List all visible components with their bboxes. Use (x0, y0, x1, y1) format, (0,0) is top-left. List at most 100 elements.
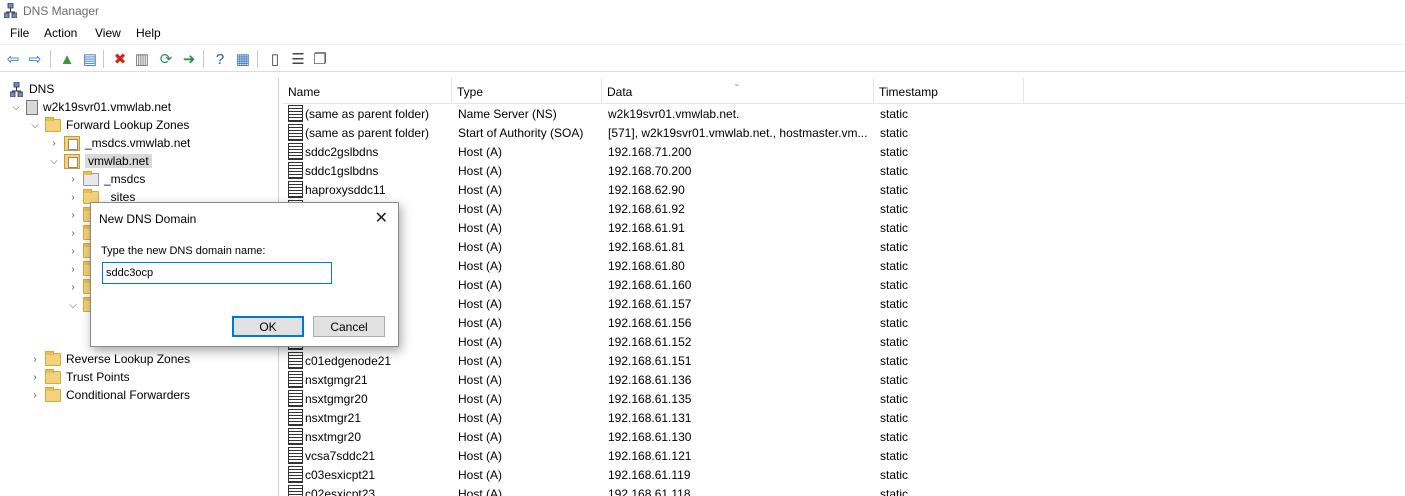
tree-item-server[interactable]: ⌵ w2k19svr01.vmwlab.net (10, 98, 171, 116)
record-data: 192.168.61.160 (608, 278, 692, 292)
list-icon[interactable]: ☰ (289, 50, 307, 68)
record-name: nsxtgmgr21 (305, 373, 368, 387)
chevron-down-icon[interactable]: ⌵ (29, 119, 41, 131)
column-header-timestamp[interactable]: Timestamp (874, 78, 1024, 104)
tree-item-label: vmwlab.net (85, 154, 152, 168)
menu-help[interactable]: Help (136, 26, 161, 40)
chevron-right-icon[interactable]: › (48, 137, 60, 149)
chevron-right-icon[interactable]: › (29, 353, 41, 365)
menu-view[interactable]: View (95, 26, 121, 40)
delete-icon[interactable]: ✖ (111, 50, 129, 68)
table-row[interactable]: sddc1gslbdns Host (A) 192.168.70.200 static (283, 161, 1405, 180)
table-row[interactable]: Host (A) 192.168.61.152 static (283, 332, 1405, 351)
record-type: Host (A) (458, 411, 503, 425)
record-timestamp: static (880, 202, 909, 216)
up-folder-icon[interactable]: ▲ (58, 50, 76, 68)
table-row[interactable]: c01edgenode21 Host (A) 192.168.61.151 stati… (283, 351, 1405, 370)
table-row[interactable]: nsxtgmgr20 Host (A) 192.168.61.135 static (283, 389, 1405, 408)
chevron-right-icon[interactable]: › (67, 281, 79, 293)
zone-icon (64, 135, 80, 151)
record-data: 192.168.70.200 (608, 164, 692, 178)
domain-name-input[interactable] (102, 262, 332, 284)
server-icon (26, 99, 38, 115)
table-row[interactable]: nsxtmgr20 Host (A) 192.168.61.130 static (283, 427, 1405, 446)
table-row[interactable]: haproxysddc11 Host (A) 192.168.62.90 static (283, 180, 1405, 199)
table-row[interactable]: sddc2gslbdns Host (A) 192.168.71.200 static (283, 142, 1405, 161)
table-row[interactable]: nsxtgmgr21 Host (A) 192.168.61.136 static (283, 370, 1405, 389)
action-pane-icon[interactable]: ▦ (234, 50, 252, 68)
table-row[interactable]: vcsa7sddc21 Host (A) 192.168.61.121 static (283, 446, 1405, 465)
tree-item-trust-points[interactable]: › Trust Points (29, 368, 130, 386)
tree-item-reverse-lookup-zones[interactable]: › Reverse Lookup Zones (29, 350, 190, 368)
chevron-down-icon[interactable]: ⌵ (10, 101, 22, 113)
chevron-right-icon[interactable]: › (29, 389, 41, 401)
chevron-right-icon[interactable]: › (29, 371, 41, 383)
refresh-icon[interactable]: ⟳ (157, 50, 175, 68)
forward-icon[interactable]: ⇨ (26, 50, 44, 68)
table-row[interactable]: Host (A) 192.168.61.160 static (283, 275, 1405, 294)
ok-button[interactable]: OK (232, 316, 304, 337)
record-icon[interactable]: ▯ (266, 50, 284, 68)
tree-item-msdcs-zone[interactable]: › _msdcs.vmwlab.net (48, 134, 190, 152)
menu-file[interactable]: File (10, 26, 29, 40)
chevron-right-icon[interactable]: › (67, 263, 79, 275)
chevron-right-icon[interactable]: › (67, 245, 79, 257)
toolbar: ⇦ ⇨ ▲ ▤ ✖ ▥ ⟳ ➜? ▦ ▯ ☰ ❐ (0, 44, 1405, 72)
table-row[interactable]: (same as parent folder) Name Server (NS) w… (283, 104, 1405, 123)
chevron-right-icon[interactable]: › (67, 191, 79, 203)
cancel-button[interactable]: Cancel (313, 316, 385, 337)
back-icon[interactable]: ⇦ (4, 50, 22, 68)
menu-action[interactable]: Action (44, 26, 77, 40)
tree-item-vmwlab-zone[interactable]: ⌵ vmwlab.net (48, 152, 152, 170)
dns-record-icon (288, 352, 303, 369)
domain-name-label: Type the new DNS domain name: (101, 245, 266, 257)
menu-bar: File Action View Help (0, 22, 1405, 43)
record-data: 192.168.61.152 (608, 335, 692, 349)
record-timestamp: static (880, 411, 909, 425)
record-type: Host (A) (458, 297, 503, 311)
table-row[interactable]: (same as parent folder) Start of Authorit… (283, 123, 1405, 142)
show-hide-tree-icon[interactable]: ▤ (81, 50, 99, 68)
record-timestamp: static (880, 316, 909, 330)
dns-record-icon (288, 447, 303, 464)
chevron-right-icon[interactable]: › (67, 227, 79, 239)
chevron-right-icon[interactable]: › (67, 173, 79, 185)
dns-record-icon (288, 105, 303, 122)
toolbar-separator (103, 50, 104, 68)
table-row[interactable]: Host (A) 192.168.61.91 static (283, 218, 1405, 237)
table-row[interactable]: Host (A) 192.168.61.81 static (283, 237, 1405, 256)
table-row[interactable]: Host (A) 192.168.61.156 static (283, 313, 1405, 332)
tree-item-msdcs-folder[interactable]: › _msdcs (67, 170, 145, 188)
chevron-down-icon[interactable]: ⌵ (48, 155, 60, 167)
table-row[interactable]: c03esxicpt21 Host (A) 192.168.61.119 static (283, 465, 1405, 484)
dns-record-icon (288, 371, 303, 388)
close-icon[interactable]: ✕ (375, 208, 388, 228)
export-list-icon[interactable]: ➜ (180, 50, 198, 68)
table-row[interactable]: nsxtmgr21 Host (A) 192.168.61.131 static (283, 408, 1405, 427)
column-header-type[interactable]: Type (452, 78, 602, 104)
chevron-right-icon[interactable]: › (67, 209, 79, 221)
column-header-name[interactable]: Name (283, 78, 452, 104)
copy-icon[interactable]: ❐ (311, 50, 329, 68)
folder-icon (45, 368, 61, 384)
dns-record-icon (288, 428, 303, 445)
tree-item-dns[interactable]: DNS (10, 80, 54, 98)
record-data: 192.168.61.156 (608, 316, 692, 330)
record-data: 192.168.62.90 (608, 183, 685, 197)
chevron-down-icon[interactable]: ⌵ (67, 299, 79, 311)
record-name: vcsa7sddc21 (305, 449, 376, 463)
table-row[interactable]: Host (A) 192.168.61.157 static (283, 294, 1405, 313)
toolbar-separator (203, 50, 204, 68)
properties-icon[interactable]: ▥ (133, 50, 151, 68)
tree-item-forward-lookup-zones[interactable]: ⌵ Forward Lookup Zones (29, 116, 189, 134)
record-type: Host (A) (458, 430, 503, 444)
record-type: Host (A) (458, 278, 503, 292)
tree-item-conditional-forwarders[interactable]: › Conditional Forwarders (29, 386, 190, 404)
table-row[interactable]: Host (A) 192.168.61.80 static (283, 256, 1405, 275)
tree-item-label: Reverse Lookup Zones (66, 352, 191, 366)
table-row[interactable]: c02esxicpt23 Host (A) 192.168.61.118 static (283, 484, 1405, 496)
table-row[interactable]: Host (A) 192.168.61.92 static (283, 199, 1405, 218)
help-icon[interactable]: ? (211, 50, 229, 68)
record-data: 192.168.61.151 (608, 354, 692, 368)
dns-record-icon (288, 485, 303, 496)
